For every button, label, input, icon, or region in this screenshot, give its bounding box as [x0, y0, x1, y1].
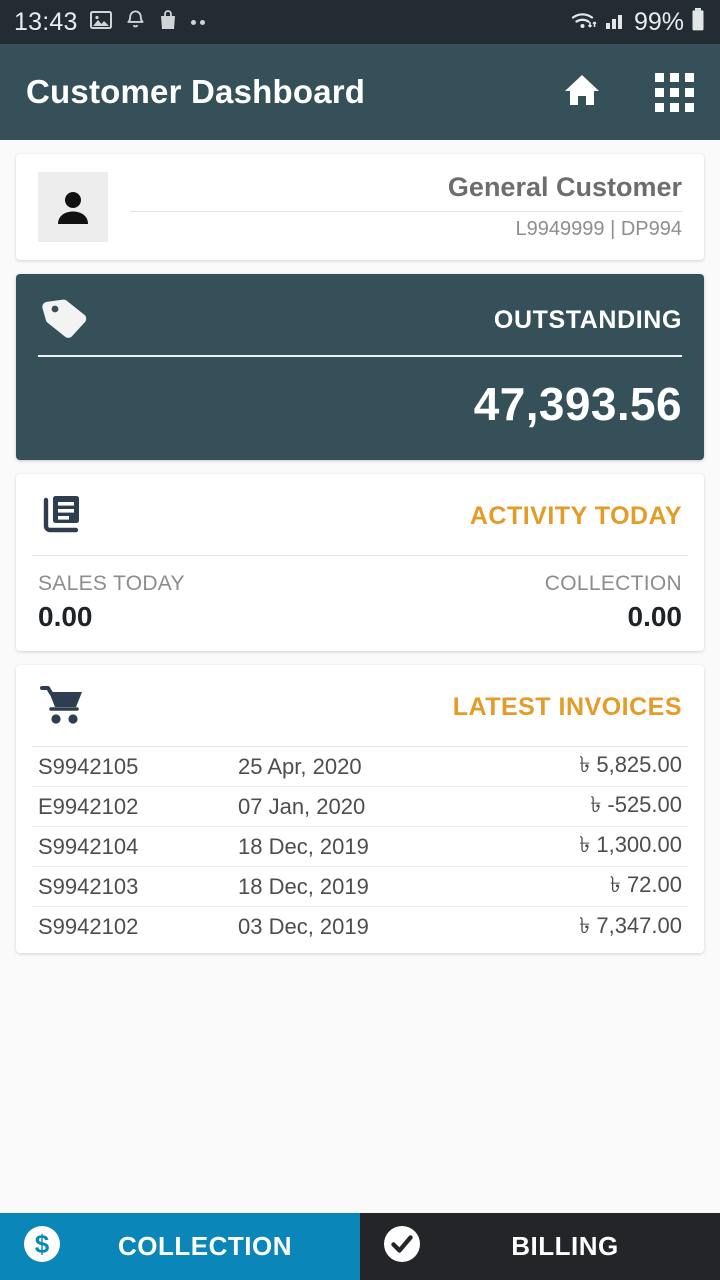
activity-header: ACTIVITY TODAY — [16, 474, 704, 555]
shopping-bag-icon — [158, 8, 178, 37]
activity-title: ACTIVITY TODAY — [469, 502, 682, 530]
check-circle-icon — [380, 1222, 424, 1271]
invoice-date: 03 Dec, 2019 — [238, 914, 369, 939]
latest-invoices-card[interactable]: LATEST INVOICES S9942105 25 Apr, 2020 ৳ … — [16, 665, 704, 953]
invoices-header: LATEST INVOICES — [16, 665, 704, 746]
invoices-title: LATEST INVOICES — [452, 693, 682, 721]
outstanding-header: OUTSTANDING — [38, 292, 682, 349]
invoice-amount: ৳ 1,300.00 — [579, 832, 682, 857]
table-row[interactable]: S9942103 18 Dec, 2019 ৳ 72.00 — [32, 867, 688, 907]
page-title: Customer Dashboard — [26, 73, 366, 110]
home-icon[interactable] — [561, 70, 603, 115]
shopping-cart-icon — [38, 681, 88, 734]
bottom-navigation-bar: $ COLLECTION BILLING — [0, 1213, 720, 1280]
invoice-id: S9942105 — [38, 753, 139, 779]
invoice-date: 07 Jan, 2020 — [238, 793, 366, 819]
tab-collection-label: COLLECTION — [118, 1231, 292, 1261]
invoice-date: 18 Dec, 2019 — [238, 873, 369, 899]
wifi-icon — [570, 8, 598, 37]
invoice-id: S9942104 — [38, 833, 139, 859]
collection-label: COLLECTION — [544, 572, 682, 595]
customer-id: L9949999 | DP994 — [515, 217, 682, 240]
invoice-amount: ৳ 5,825.00 — [579, 752, 682, 777]
customer-details: General Customer L9949999 | DP994 — [130, 172, 682, 241]
invoice-id: S9942102 — [38, 914, 139, 939]
outstanding-value: 47,393.56 — [473, 378, 682, 430]
collection-block: COLLECTION 0.00 — [360, 572, 682, 633]
tab-collection[interactable]: $ COLLECTION — [0, 1213, 360, 1280]
customer-card[interactable]: General Customer L9949999 | DP994 — [16, 154, 704, 260]
table-row[interactable]: S9942104 18 Dec, 2019 ৳ 1,300.00 — [32, 827, 688, 867]
cellular-signal-icon — [604, 8, 628, 37]
newspaper-icon — [38, 490, 86, 543]
activity-body: SALES TODAY 0.00 COLLECTION 0.00 — [16, 556, 704, 651]
outstanding-label: OUTSTANDING — [493, 306, 682, 334]
customer-divider — [130, 210, 682, 212]
status-bar: 13:43 99% — [0, 0, 720, 44]
tab-billing-label: BILLING — [511, 1231, 619, 1261]
phone-screen: 13:43 99% Customer Dashboard General Cus… — [0, 0, 720, 1280]
person-avatar-icon — [58, 192, 88, 224]
bell-icon — [124, 8, 147, 37]
table-row[interactable]: S9942102 03 Dec, 2019 ৳ 7,347.00 — [32, 907, 688, 947]
image-icon — [89, 8, 113, 37]
battery-icon — [690, 7, 706, 38]
sales-today-value: 0.00 — [38, 601, 93, 632]
status-time: 13:43 — [14, 7, 78, 36]
invoice-id: S9942103 — [38, 873, 139, 899]
invoice-date: 18 Dec, 2019 — [238, 833, 369, 859]
outstanding-card[interactable]: OUTSTANDING 47,393.56 — [16, 274, 704, 460]
svg-text:$: $ — [35, 1229, 50, 1259]
activity-today-card[interactable]: ACTIVITY TODAY SALES TODAY 0.00 COLLECTI… — [16, 474, 704, 651]
customer-name: General Customer — [447, 172, 682, 203]
sales-today-label: SALES TODAY — [38, 572, 185, 595]
sales-today-block: SALES TODAY 0.00 — [38, 572, 360, 633]
invoice-amount: ৳ 72.00 — [609, 872, 682, 897]
status-bar-left: 13:43 — [14, 8, 205, 37]
tab-billing[interactable]: BILLING — [360, 1213, 720, 1280]
table-row[interactable]: S9942105 25 Apr, 2020 ৳ 5,825.00 — [32, 747, 688, 787]
battery-percent: 99% — [633, 7, 684, 36]
avatar — [38, 172, 108, 242]
outstanding-divider — [38, 355, 682, 357]
invoice-list: S9942105 25 Apr, 2020 ৳ 5,825.00 E994210… — [16, 747, 704, 953]
more-dots-icon — [190, 19, 205, 25]
app-bar-actions — [561, 70, 694, 115]
app-bar: Customer Dashboard — [0, 44, 720, 140]
status-bar-right: 99% — [570, 7, 706, 38]
invoice-amount: ৳ 7,347.00 — [579, 912, 682, 938]
price-tag-icon — [38, 292, 92, 349]
main-content: General Customer L9949999 | DP994 OUTSTA… — [0, 140, 720, 953]
invoice-date: 25 Apr, 2020 — [238, 753, 362, 779]
invoice-id: E9942102 — [38, 793, 139, 819]
invoice-amount: ৳ -525.00 — [590, 792, 682, 817]
dollar-circle-icon: $ — [20, 1222, 64, 1271]
apps-grid-icon[interactable] — [655, 72, 694, 112]
table-row[interactable]: E9942102 07 Jan, 2020 ৳ -525.00 — [32, 787, 688, 827]
collection-value: 0.00 — [627, 601, 683, 632]
